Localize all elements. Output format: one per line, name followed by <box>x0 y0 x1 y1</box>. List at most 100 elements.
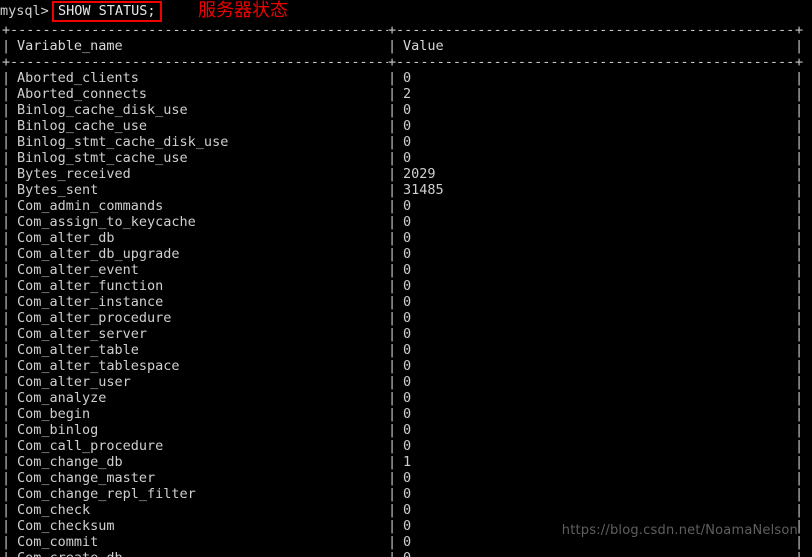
cell-variable-name: Com_check <box>17 502 91 518</box>
cell-value: 2 <box>403 86 412 102</box>
row-border-right: | <box>795 198 804 214</box>
table-row: | Com_alter_table | 0 | <box>0 342 812 358</box>
row-border-middle: | <box>388 486 397 502</box>
annotation-server-status: 服务器状态 <box>198 0 288 21</box>
row-border-left: | <box>2 470 11 486</box>
row-border-middle: | <box>388 198 397 214</box>
row-border-middle: | <box>388 406 397 422</box>
row-border-left: | <box>2 326 11 342</box>
row-border-right: | <box>795 38 804 54</box>
cell-variable-name: Aborted_connects <box>17 86 148 102</box>
mysql-prompt: mysql> <box>0 3 57 19</box>
row-border-middle: | <box>388 230 397 246</box>
row-border-left: | <box>2 182 11 198</box>
row-border-left: | <box>2 198 11 214</box>
row-border-right: | <box>795 294 804 310</box>
prompt-line: mysql> SHOW STATUS; 服务器状态 <box>0 0 812 22</box>
row-border-right: | <box>795 182 804 198</box>
row-border-right: | <box>795 278 804 294</box>
table-row: | Binlog_cache_disk_use | 0 | <box>0 102 812 118</box>
row-border-left: | <box>2 230 11 246</box>
table-row: | Binlog_cache_use | 0 | <box>0 118 812 134</box>
row-border-middle: | <box>388 294 397 310</box>
table-row: | Com_alter_procedure | 0 | <box>0 310 812 326</box>
cell-value: 0 <box>403 118 412 134</box>
cell-variable-name: Com_alter_event <box>17 262 139 278</box>
row-border-left: | <box>2 518 11 534</box>
row-border-right: | <box>795 374 804 390</box>
cell-variable-name: Aborted_clients <box>17 70 139 86</box>
row-border-right: | <box>795 454 804 470</box>
table-rule-top: + ---------------------------------------… <box>0 22 812 38</box>
row-border-left: | <box>2 294 11 310</box>
rule-corner-left: + <box>2 22 11 38</box>
row-border-left: | <box>2 342 11 358</box>
cell-value: 0 <box>403 486 412 502</box>
table-row: | Com_alter_event | 0 | <box>0 262 812 278</box>
rule-dashes-value-column: ----------------------------------------… <box>396 22 795 38</box>
cell-value: 0 <box>403 310 412 326</box>
rule-corner-left: + <box>2 54 11 70</box>
rule-dashes-name-column: ----------------------------------------… <box>10 22 388 38</box>
table-row: | Com_call_procedure | 0 | <box>0 438 812 454</box>
table-row: | Com_alter_db_upgrade | 0 | <box>0 246 812 262</box>
cell-variable-name: Binlog_cache_use <box>17 118 148 134</box>
cell-value: 31485 <box>403 182 444 198</box>
cell-value: 0 <box>403 422 412 438</box>
rule-dashes-name-column: ----------------------------------------… <box>10 54 388 70</box>
row-border-right: | <box>795 358 804 374</box>
row-border-right: | <box>795 118 804 134</box>
row-border-middle: | <box>388 326 397 342</box>
cell-variable-name: Com_begin <box>17 406 91 422</box>
cell-value: 0 <box>403 342 412 358</box>
row-border-left: | <box>2 246 11 262</box>
row-border-left: | <box>2 454 11 470</box>
row-border-right: | <box>795 214 804 230</box>
cell-variable-name: Com_alter_user <box>17 374 131 390</box>
cell-variable-name: Com_alter_function <box>17 278 164 294</box>
cell-variable-name: Com_binlog <box>17 422 99 438</box>
cell-value: 0 <box>403 438 412 454</box>
row-border-right: | <box>795 406 804 422</box>
sql-command-highlight[interactable]: SHOW STATUS; <box>52 1 162 22</box>
cell-variable-name: Com_admin_commands <box>17 198 164 214</box>
table-row: | Binlog_stmt_cache_use | 0 | <box>0 150 812 166</box>
table-row: | Com_alter_server | 0 | <box>0 326 812 342</box>
row-border-middle: | <box>388 518 397 534</box>
cell-variable-name: Com_alter_tablespace <box>17 358 180 374</box>
row-border-right: | <box>795 70 804 86</box>
row-border-left: | <box>2 374 11 390</box>
row-border-left: | <box>2 550 10 557</box>
cell-variable-name: Com_change_db <box>17 454 123 470</box>
row-border-left: | <box>2 390 11 406</box>
row-border-right: | <box>795 486 804 502</box>
cell-variable-name: Com_analyze <box>17 390 107 406</box>
cell-value: 0 <box>403 278 412 294</box>
row-border-left: | <box>2 134 11 150</box>
row-border-left: | <box>2 214 11 230</box>
cell-value: 0 <box>403 214 412 230</box>
row-border-middle: | <box>388 262 397 278</box>
status-result-table: + ---------------------------------------… <box>0 22 812 557</box>
cell-variable-name: Com_alter_db <box>17 230 115 246</box>
cell-value: 0 <box>403 246 412 262</box>
table-header-row: | Variable_name | Value | <box>0 38 812 54</box>
cell-variable-name: Com_call_procedure <box>17 438 164 454</box>
cell-variable-name: Com_alter_table <box>17 342 139 358</box>
cell-value: 0 <box>403 150 412 166</box>
cell-variable-name: Com_checksum <box>17 518 115 534</box>
row-border-middle: | <box>388 246 397 262</box>
row-border-middle: | <box>388 118 397 134</box>
table-row: | Com_alter_db | 0 | <box>0 230 812 246</box>
cell-variable-name: Com_create_db <box>17 550 123 557</box>
row-border-right: | <box>795 86 804 102</box>
row-border-left: | <box>2 38 11 54</box>
cell-value: 0 <box>403 390 412 406</box>
cell-variable-name: Binlog_stmt_cache_disk_use <box>17 134 229 150</box>
table-row: | Com_alter_user | 0 | <box>0 374 812 390</box>
row-border-right: | <box>795 550 803 557</box>
table-row: | Com_alter_tablespace | 0 | <box>0 358 812 374</box>
table-row: | Com_check | 0 | <box>0 502 812 518</box>
row-border-right: | <box>795 438 804 454</box>
row-border-right: | <box>795 326 804 342</box>
